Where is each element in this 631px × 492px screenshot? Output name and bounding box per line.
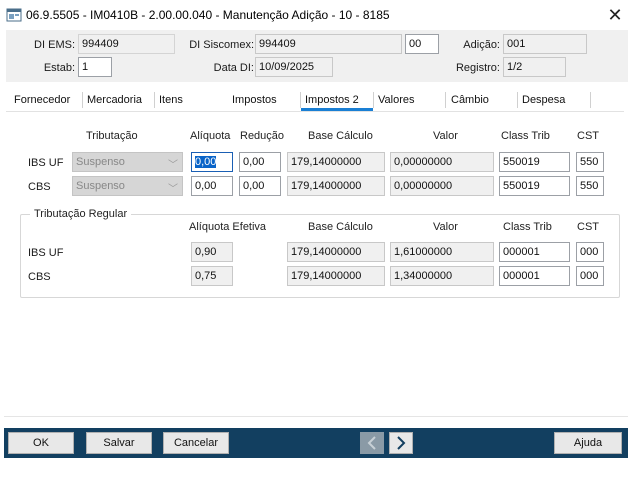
registro-label: Registro: [455, 62, 500, 74]
tab-itens[interactable]: Itens [159, 94, 183, 106]
aliquota-field-ibs-uf[interactable]: 0,00 [191, 152, 233, 172]
di-siscomex-field: 994409 [255, 34, 402, 54]
cancelar-button[interactable]: Cancelar [163, 432, 229, 454]
tab-divider [300, 92, 301, 108]
col-header-cst: CST [577, 130, 599, 142]
cst-field-ibs-uf[interactable]: 000 [576, 242, 604, 262]
row-label-cbs: CBS [28, 181, 51, 193]
tributacao-select-ibs-uf: Suspenso ﹀ [72, 152, 183, 172]
chevron-left-icon [367, 436, 376, 450]
tributacao-regular-title: Tributação Regular [30, 208, 132, 220]
tab-despesa[interactable]: Despesa [522, 94, 565, 106]
valor-field-ibs-uf: 0,00000000 [390, 152, 494, 172]
di-siscomex-label: DI Siscomex: [189, 39, 254, 51]
estab-label: Estab: [43, 62, 75, 74]
reducao-field-ibs-uf[interactable]: 0,00 [239, 152, 281, 172]
app-icon [6, 7, 22, 23]
tab-cambio[interactable]: Câmbio [451, 94, 489, 106]
valor-field-ibs-uf: 1,61000000 [390, 242, 494, 262]
col-header-base-calculo: Base Cálculo [308, 221, 373, 233]
tab-strip-border [6, 111, 624, 112]
title-bar: 06.9.5505 - IM0410B - 2.00.00.040 - Manu… [0, 0, 631, 30]
di-siscomex-suffix-field[interactable]: 00 [405, 34, 439, 54]
base-calculo-field-cbs: 179,14000000 [287, 266, 385, 286]
previous-record-button[interactable] [360, 432, 384, 454]
reducao-field-cbs[interactable]: 0,00 [239, 176, 281, 196]
window-title: 06.9.5505 - IM0410B - 2.00.00.040 - Manu… [26, 8, 390, 22]
aliquota-field-cbs[interactable]: 0,00 [191, 176, 233, 196]
tab-divider [82, 92, 83, 108]
class-trib-field-ibs-uf[interactable]: 000001 [499, 242, 570, 262]
valor-field-cbs: 0,00000000 [390, 176, 494, 196]
salvar-button[interactable]: Salvar [86, 432, 152, 454]
aliquota-efetiva-field-ibs-uf: 0,90 [191, 242, 233, 262]
col-header-base-calculo: Base Cálculo [308, 130, 373, 142]
row-label-ibs-uf: IBS UF [28, 247, 64, 259]
tab-mercadoria[interactable]: Mercadoria [87, 94, 142, 106]
class-trib-field-ibs-uf[interactable]: 550019 [499, 152, 570, 172]
close-icon[interactable]: ✕ [604, 4, 626, 26]
adicao-label: Adição: [463, 39, 500, 51]
tributacao-value: Suspenso [76, 156, 125, 168]
tab-fornecedor[interactable]: Fornecedor [14, 94, 70, 106]
col-header-cst: CST [577, 221, 599, 233]
col-header-valor: Valor [433, 130, 458, 142]
base-calculo-field-ibs-uf: 179,14000000 [287, 152, 385, 172]
aliquota-value: 0,00 [195, 156, 217, 168]
class-trib-field-cbs[interactable]: 550019 [499, 176, 570, 196]
data-di-label: Data DI: [213, 62, 254, 74]
next-record-button[interactable] [389, 432, 413, 454]
valor-field-cbs: 1,34000000 [390, 266, 494, 286]
registro-field: 1/2 [503, 57, 566, 77]
col-header-tributacao: Tributação [86, 130, 138, 142]
tab-valores[interactable]: Valores [378, 94, 414, 106]
aliquota-efetiva-field-cbs: 0,75 [191, 266, 233, 286]
chevron-right-icon [397, 436, 406, 450]
di-ems-label: DI EMS: [34, 39, 75, 51]
tributacao-select-cbs: Suspenso ﹀ [72, 176, 183, 196]
cst-field-ibs-uf[interactable]: 550 [576, 152, 604, 172]
tab-impostos-2[interactable]: Impostos 2 [305, 94, 359, 106]
tab-divider [373, 92, 374, 108]
col-header-class-trib: Class Trib [501, 130, 550, 142]
cst-field-cbs[interactable]: 000 [576, 266, 604, 286]
base-calculo-field-cbs: 179,14000000 [287, 176, 385, 196]
col-header-reducao: Redução [240, 130, 285, 142]
col-header-aliquota: Alíquota [190, 130, 231, 142]
chevron-down-icon: ﹀ [168, 160, 178, 171]
tab-divider [154, 92, 155, 108]
col-header-aliquota-efetiva: Alíquota Efetiva [189, 221, 267, 233]
cst-field-cbs[interactable]: 550 [576, 176, 604, 196]
ajuda-button[interactable]: Ajuda [554, 432, 622, 454]
tributacao-value: Suspenso [76, 180, 125, 192]
tab-divider [445, 92, 446, 108]
col-header-valor: Valor [433, 221, 458, 233]
adicao-field: 001 [503, 34, 587, 54]
tab-divider [590, 92, 591, 108]
panel-bottom-border [4, 416, 628, 428]
col-header-class-trib: Class Trib [503, 221, 552, 233]
class-trib-field-cbs[interactable]: 000001 [499, 266, 570, 286]
tab-impostos[interactable]: Impostos [232, 94, 277, 106]
ok-button[interactable]: OK [8, 432, 74, 454]
row-label-ibs-uf: IBS UF [28, 157, 64, 169]
estab-field[interactable]: 1 [78, 57, 112, 77]
row-label-cbs: CBS [28, 271, 51, 283]
base-calculo-field-ibs-uf: 179,14000000 [287, 242, 385, 262]
di-ems-field: 994409 [78, 34, 175, 54]
data-di-field: 10/09/2025 [255, 57, 333, 77]
tab-divider [517, 92, 518, 108]
chevron-down-icon: ﹀ [168, 184, 178, 195]
